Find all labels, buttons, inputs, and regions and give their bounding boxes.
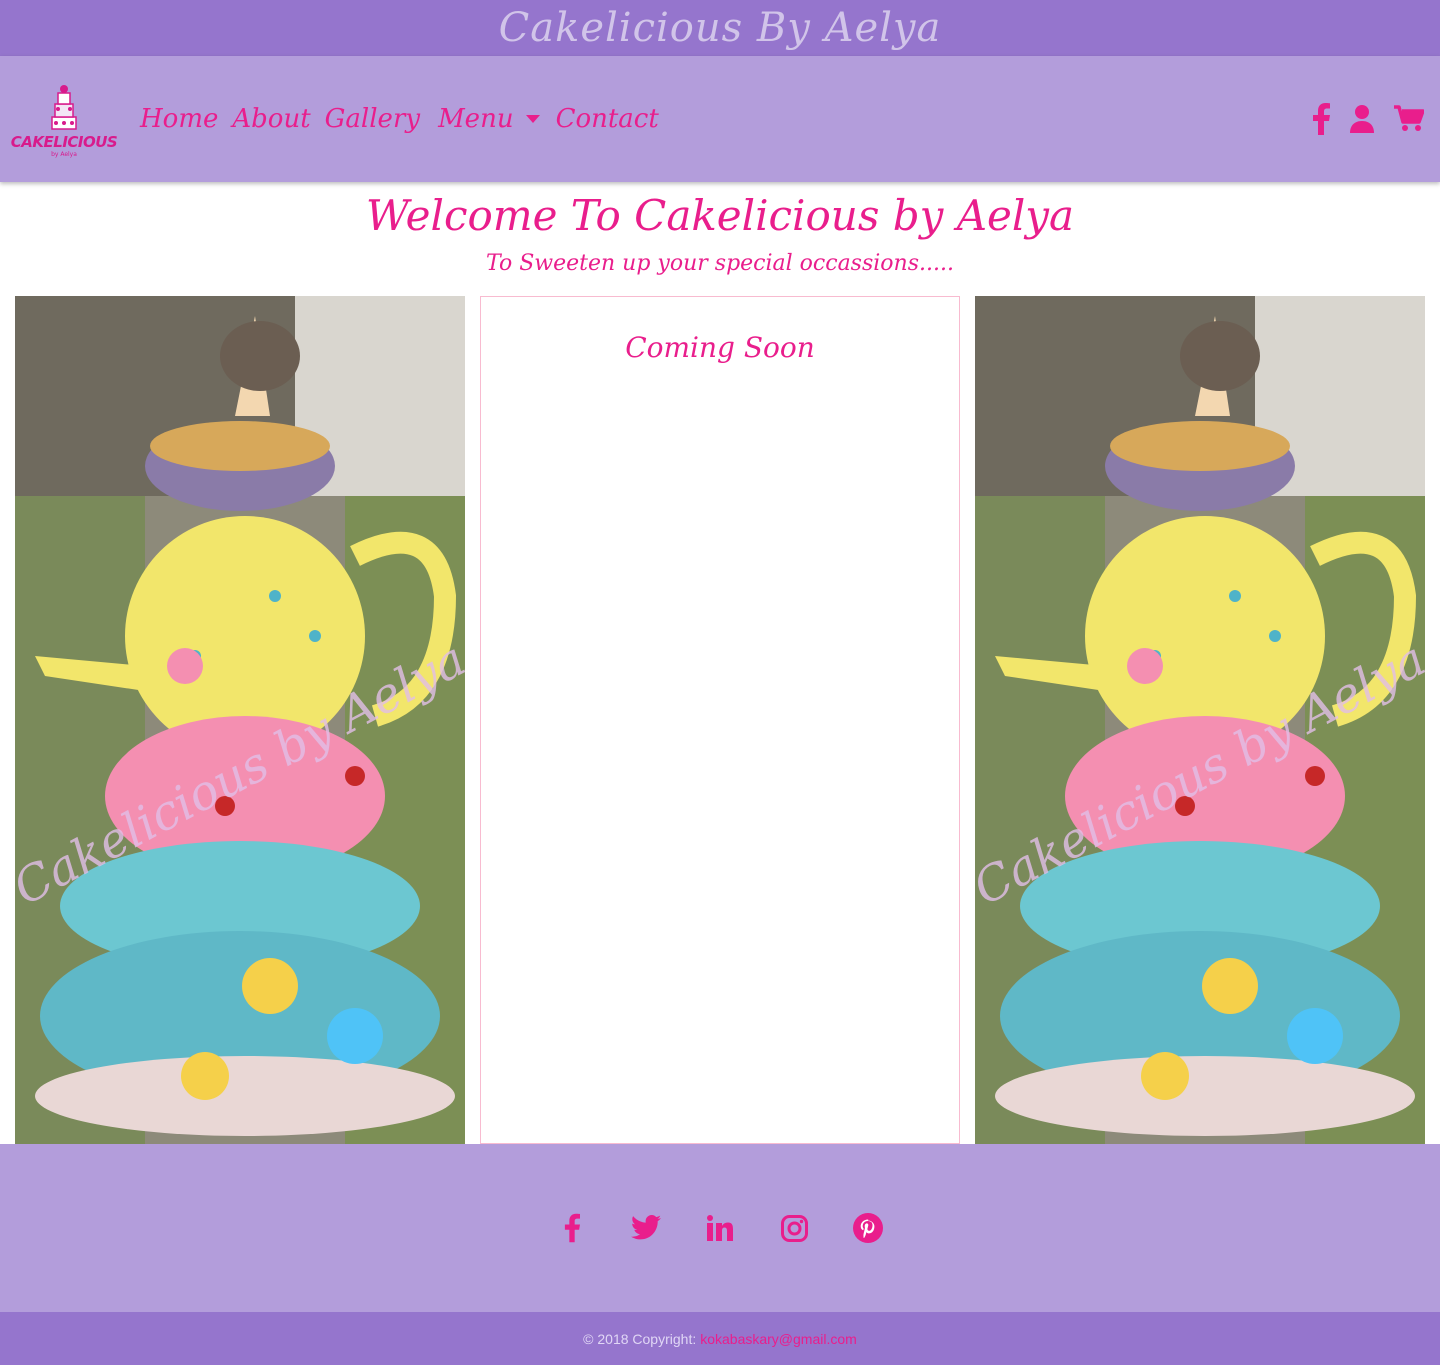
footer-social (0, 1144, 1440, 1312)
site-header-bar: Cakelicious By Aelya (0, 0, 1440, 56)
copyright-bar: © 2018 Copyright: kokabaskary@gmail.com (0, 1312, 1440, 1365)
pinterest-icon[interactable] (853, 1211, 883, 1245)
cake-photo-right: Cakelicious by Aelya (975, 296, 1425, 1144)
facebook-icon[interactable] (557, 1211, 587, 1245)
cake-logo-icon (51, 84, 77, 130)
site-title: Cakelicious By Aelya (498, 5, 942, 51)
nav-right-icons (1312, 103, 1424, 135)
user-icon[interactable] (1350, 105, 1374, 133)
linkedin-icon[interactable] (705, 1211, 735, 1245)
coming-soon-card: Coming Soon (480, 296, 960, 1144)
logo-text: CAKELICIOUS (10, 132, 118, 151)
logo-subtext: by Aelya (51, 150, 77, 158)
navbar: CAKELICIOUS by Aelya Home About Gallery … (0, 56, 1440, 182)
coming-soon-heading: Coming Soon (625, 331, 815, 364)
cake-illustration: Cakelicious by Aelya (975, 296, 1425, 1144)
chevron-down-icon (525, 115, 540, 123)
brand-logo[interactable]: CAKELICIOUS by Aelya (11, 71, 118, 167)
cart-icon[interactable] (1394, 105, 1424, 133)
content-area: Cakelicious by Aelya Coming Soon Cakelic… (0, 296, 1440, 1144)
nav-links: Home About Gallery Menu Contact (140, 104, 673, 134)
twitter-icon[interactable] (631, 1211, 661, 1245)
email-link[interactable]: kokabaskary@gmail.com (700, 1331, 857, 1347)
nav-home-link[interactable]: Home (140, 104, 218, 134)
nav-menu-label: Menu (438, 104, 514, 134)
cake-photo-left: Cakelicious by Aelya (15, 296, 465, 1144)
page-subtitle: To Sweeten up your special occassions...… (486, 251, 954, 276)
facebook-icon[interactable] (1312, 103, 1330, 135)
nav-gallery-link[interactable]: Gallery (325, 104, 420, 134)
copyright-text: © 2018 Copyright: (583, 1330, 697, 1347)
instagram-icon[interactable] (779, 1211, 809, 1245)
cake-illustration: Cakelicious by Aelya (15, 296, 465, 1144)
page-title: Welcome To Cakelicious by Aelya (365, 191, 1075, 240)
welcome-section: Welcome To Cakelicious by Aelya To Sweet… (0, 182, 1440, 284)
nav-about-link[interactable]: About (232, 104, 310, 134)
nav-contact-link[interactable]: Contact (556, 104, 659, 134)
nav-menu-dropdown[interactable]: Menu (438, 104, 540, 134)
